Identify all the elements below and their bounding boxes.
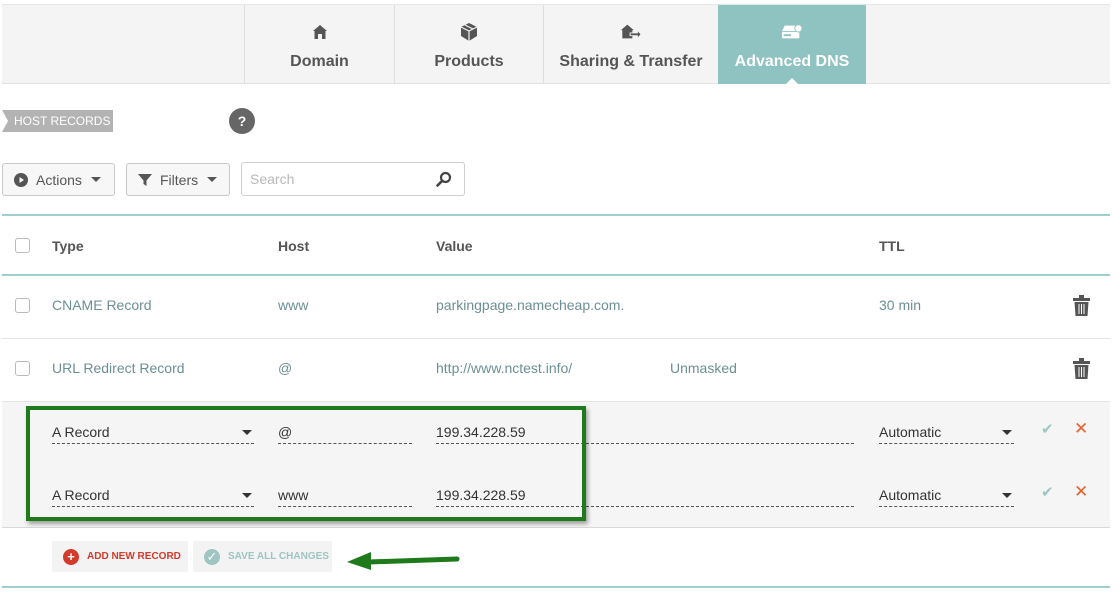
chevron-down-icon — [207, 177, 218, 182]
confirm-check-icon[interactable]: ✔ — [1041, 483, 1054, 501]
confirm-check-icon[interactable]: ✔ — [1041, 420, 1054, 438]
ttl-value: Automatic — [879, 487, 942, 503]
row-host: @ — [278, 360, 293, 376]
tab-domain[interactable]: Domain — [244, 5, 394, 84]
ttl-select[interactable]: Automatic — [879, 422, 1014, 444]
filter-icon — [138, 173, 152, 187]
bottom-divider — [2, 586, 1110, 588]
search-icon[interactable] — [436, 171, 452, 192]
tab-domain-label: Domain — [290, 53, 349, 70]
help-button[interactable]: ? — [229, 108, 255, 134]
tab-products[interactable]: Products — [394, 5, 543, 84]
row-host: www — [278, 297, 309, 313]
home-icon — [309, 21, 331, 43]
tab-sharing-transfer-label: Sharing & Transfer — [559, 53, 703, 70]
row-checkbox[interactable] — [15, 298, 30, 313]
record-type-select[interactable]: A Record — [52, 422, 254, 444]
trash-icon[interactable] — [1073, 358, 1090, 384]
row-type: CNAME Record — [52, 297, 152, 313]
save-all-changes-label: SAVE ALL CHANGES — [228, 551, 329, 562]
tab-advanced-dns-label: Advanced DNS — [734, 53, 850, 70]
value-input[interactable]: 199.34.228.59 — [436, 422, 854, 444]
tab-products-label: Products — [434, 53, 504, 70]
chevron-down-icon — [90, 177, 101, 182]
table-row: CNAME Record www parkingpage.namecheap.c… — [2, 276, 1110, 339]
chevron-down-icon — [242, 493, 252, 498]
chevron-down-icon — [1002, 493, 1012, 498]
search-input[interactable] — [242, 163, 422, 195]
host-value: www — [278, 487, 309, 503]
annotation-arrow-icon — [347, 552, 460, 570]
cancel-x-icon[interactable]: ✕ — [1074, 419, 1088, 439]
check-circle-icon: ✓ — [204, 548, 220, 565]
filters-label: Filters — [160, 171, 199, 188]
row-type: URL Redirect Record — [52, 360, 185, 376]
chevron-down-icon — [1002, 430, 1012, 435]
chevron-down-icon — [242, 430, 252, 435]
add-new-record-label: ADD NEW RECORD — [87, 551, 181, 562]
host-records-tag: HOST RECORDS — [2, 110, 113, 132]
box-icon — [458, 21, 480, 43]
table-header: Type Host Value TTL — [2, 214, 1110, 276]
value-input[interactable]: 199.34.228.59 — [436, 485, 854, 507]
host-value: @ — [278, 424, 293, 440]
record-type-value: A Record — [52, 487, 110, 503]
play-circle-icon — [14, 172, 28, 187]
host-input[interactable]: @ — [278, 422, 412, 444]
dns-server-icon — [781, 21, 803, 43]
filters-dropdown[interactable]: Filters — [126, 163, 230, 196]
trash-icon[interactable] — [1073, 295, 1090, 321]
new-records-area: A Record @ 199.34.228.59 Automatic ✔ ✕ A… — [2, 402, 1110, 528]
table-row: URL Redirect Record @ http://www.nctest.… — [2, 339, 1110, 402]
header-ttl: TTL — [879, 238, 905, 254]
row-checkbox[interactable] — [15, 361, 30, 376]
actions-dropdown[interactable]: Actions — [2, 163, 115, 196]
plus-circle-icon: + — [63, 548, 79, 565]
header-value: Value — [436, 238, 473, 254]
row-value: parkingpage.namecheap.com. — [436, 297, 625, 313]
ip-value: 199.34.228.59 — [436, 424, 526, 440]
ttl-value: Automatic — [879, 424, 942, 440]
search-box — [241, 162, 465, 196]
row-redirect-type: Unmasked — [670, 360, 737, 376]
tab-sharing-transfer[interactable]: Sharing & Transfer — [543, 5, 718, 84]
row-value: http://www.nctest.info/ — [436, 360, 573, 376]
ttl-select[interactable]: Automatic — [879, 485, 1014, 507]
select-all-checkbox[interactable] — [15, 238, 30, 253]
tab-advanced-dns[interactable]: Advanced DNS — [718, 5, 866, 85]
add-new-record-button[interactable]: + ADD NEW RECORD — [52, 541, 188, 572]
save-all-changes-button[interactable]: ✓ SAVE ALL CHANGES — [193, 541, 332, 572]
row-ttl: 30 min — [879, 297, 922, 313]
host-input[interactable]: www — [278, 485, 412, 507]
record-type-select[interactable]: A Record — [52, 485, 254, 507]
cancel-x-icon[interactable]: ✕ — [1074, 482, 1088, 502]
ip-value: 199.34.228.59 — [436, 487, 526, 503]
actions-label: Actions — [36, 171, 82, 188]
header-host: Host — [278, 238, 310, 254]
header-type: Type — [52, 238, 84, 254]
share-transfer-icon — [620, 21, 642, 43]
tab-bar: Domain Products Sharing & Transfer Advan… — [2, 4, 1110, 85]
record-type-value: A Record — [52, 424, 110, 440]
